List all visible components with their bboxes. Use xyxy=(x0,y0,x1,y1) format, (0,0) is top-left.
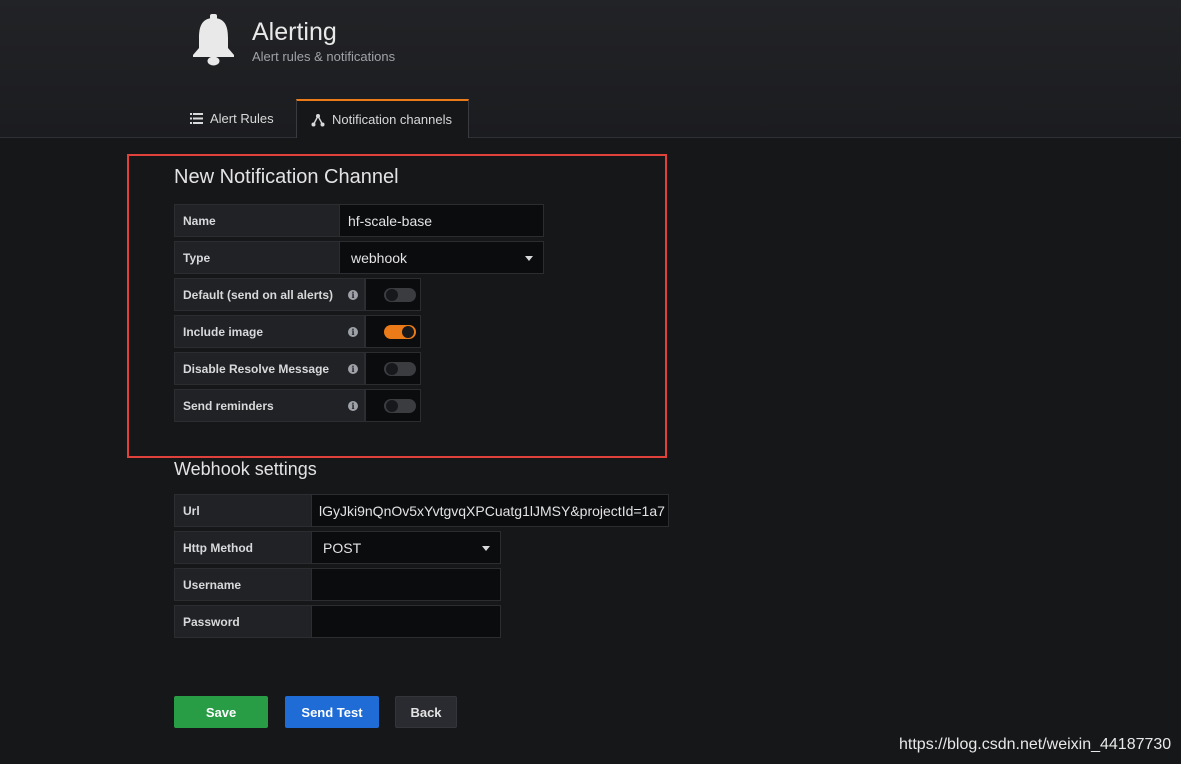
info-icon[interactable]: i xyxy=(348,327,358,337)
network-icon xyxy=(311,113,325,126)
username-input[interactable] xyxy=(311,568,501,601)
toggle-default-switch[interactable] xyxy=(384,288,416,302)
url-input[interactable]: lGyJki9nQnOv5xYvtgvqXPCuatg1lJMSY&projec… xyxy=(311,494,669,527)
url-label: Url xyxy=(174,494,312,527)
info-icon[interactable]: i xyxy=(348,364,358,374)
toggle-label-text: Disable Resolve Message xyxy=(183,361,330,376)
http-method-label: Http Method xyxy=(174,531,312,564)
chevron-down-icon xyxy=(482,546,490,551)
watermark-text: https://blog.csdn.net/weixin_44187730 xyxy=(899,736,1172,753)
bell-icon xyxy=(193,14,234,66)
tab-alert-rules[interactable]: Alert Rules xyxy=(190,99,274,137)
tab-notification-channels[interactable]: Notification channels xyxy=(296,99,469,138)
save-button[interactable]: Save xyxy=(174,696,268,728)
toggle-send-reminders-switch[interactable] xyxy=(384,399,416,413)
info-icon[interactable]: i xyxy=(348,290,358,300)
channel-heading: New Notification Channel xyxy=(174,166,399,188)
page-subtitle: Alert rules & notifications xyxy=(252,49,396,64)
toggle-label-disable-resolve: Disable Resolve Message i xyxy=(174,352,365,385)
name-label: Name xyxy=(174,204,340,237)
switch-knob xyxy=(386,289,398,301)
switch-knob xyxy=(402,326,414,338)
back-button[interactable]: Back xyxy=(395,696,457,728)
switch-knob xyxy=(386,363,398,375)
switch-knob xyxy=(386,400,398,412)
toggle-disable-resolve-container xyxy=(365,352,421,385)
page-header: Alerting Alert rules & notifications Ale… xyxy=(0,0,1181,138)
type-select-value: webhook xyxy=(351,249,408,266)
name-input[interactable]: hf-scale-base xyxy=(339,204,544,237)
toggle-include-image-container xyxy=(365,315,421,348)
tab-label: Alert Rules xyxy=(210,110,274,126)
username-label: Username xyxy=(174,568,312,601)
send-test-button[interactable]: Send Test xyxy=(285,696,379,728)
type-label: Type xyxy=(174,241,340,274)
tab-label: Notification channels xyxy=(332,112,452,127)
toggle-label-default: Default (send on all alerts) i xyxy=(174,278,365,311)
toggle-label-text: Include image xyxy=(183,324,264,339)
info-icon[interactable]: i xyxy=(348,401,358,411)
toggle-label-text: Send reminders xyxy=(183,398,274,413)
type-select[interactable]: webhook xyxy=(339,241,544,274)
toggle-include-image-switch[interactable] xyxy=(384,325,416,339)
toggle-default-container xyxy=(365,278,421,311)
http-method-select[interactable]: POST xyxy=(311,531,501,564)
toggle-disable-resolve-switch[interactable] xyxy=(384,362,416,376)
toggle-label-include-image: Include image i xyxy=(174,315,365,348)
page-title: Alerting xyxy=(252,18,337,46)
list-icon xyxy=(190,112,203,124)
http-method-value: POST xyxy=(323,539,362,556)
password-label: Password xyxy=(174,605,312,638)
toggle-label-text: Default (send on all alerts) xyxy=(183,287,334,302)
webhook-heading: Webhook settings xyxy=(174,459,317,479)
toggle-send-reminders-container xyxy=(365,389,421,422)
toggle-label-send-reminders: Send reminders i xyxy=(174,389,365,422)
password-input[interactable] xyxy=(311,605,501,638)
chevron-down-icon xyxy=(525,256,533,261)
